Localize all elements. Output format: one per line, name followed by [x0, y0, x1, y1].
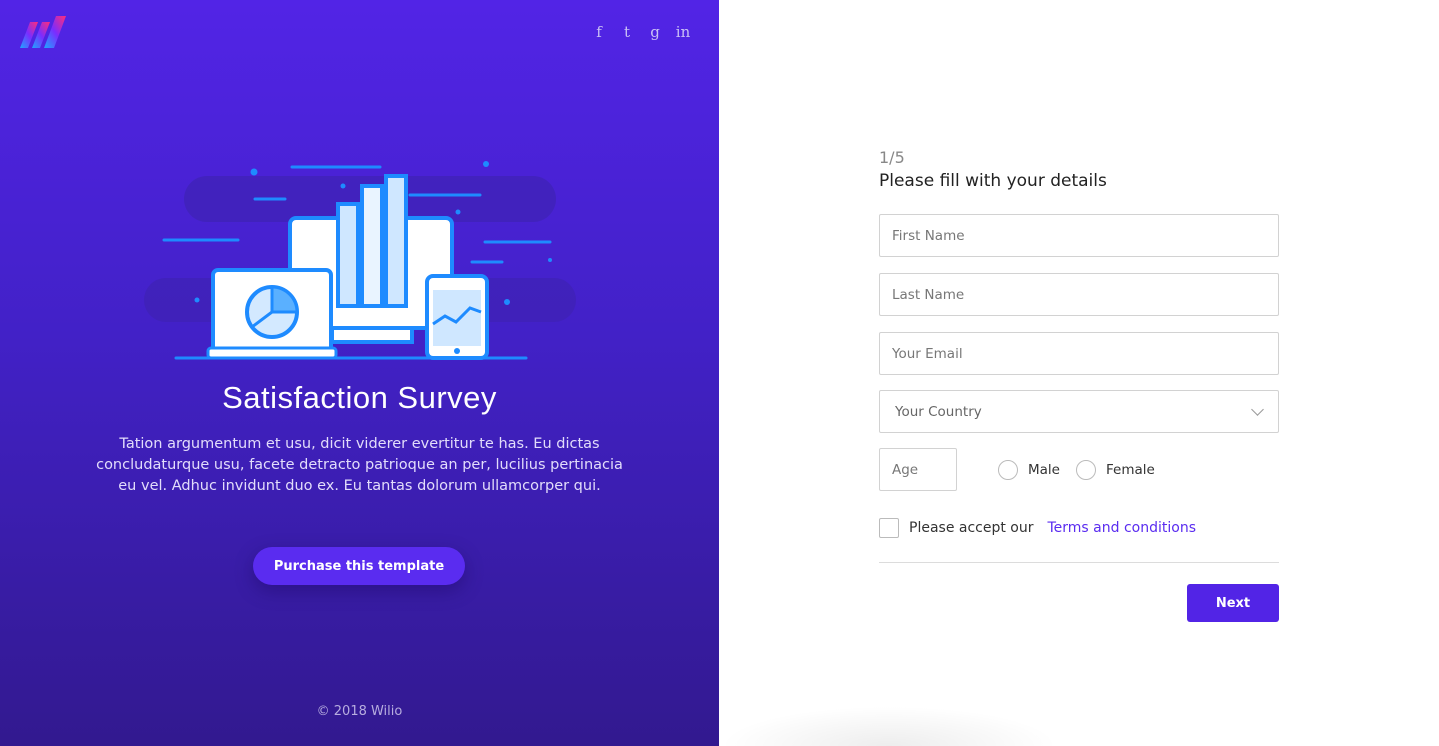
facebook-icon[interactable]: f: [591, 22, 607, 42]
form-divider: [879, 562, 1279, 563]
intro-description: Tation argumentum et usu, dicit viderer …: [96, 436, 623, 494]
decorative-shadow: [719, 706, 1059, 746]
radio-male[interactable]: [998, 460, 1018, 480]
age-field[interactable]: [879, 448, 957, 491]
linkedin-icon[interactable]: in: [675, 22, 691, 42]
radio-female[interactable]: [1076, 460, 1096, 480]
terms-label: Please accept our: [909, 520, 1034, 536]
twitter-icon[interactable]: t: [619, 22, 635, 42]
last-name-field[interactable]: [879, 273, 1279, 316]
purchase-template-button[interactable]: Purchase this template: [253, 547, 465, 585]
google-plus-icon[interactable]: g: [647, 22, 663, 42]
terms-link[interactable]: Terms and conditions: [1048, 520, 1197, 536]
gender-male-option[interactable]: Male: [998, 460, 1060, 480]
country-select[interactable]: Your Country: [879, 390, 1279, 433]
left-panel: f t g in Satisfaction Survey Tation argu…: [0, 0, 719, 746]
form-heading: Please fill with your details: [879, 171, 1107, 191]
terms-checkbox[interactable]: [879, 518, 899, 538]
first-name-field[interactable]: [879, 214, 1279, 257]
chevron-down-icon: [1251, 403, 1264, 416]
page-title: Satisfaction Survey: [222, 380, 497, 415]
radio-male-label: Male: [1028, 462, 1060, 478]
gender-female-option[interactable]: Female: [1076, 460, 1155, 480]
step-counter: 1/5: [879, 148, 905, 167]
survey-form-header: 1/5 Please fill with your details: [879, 148, 1279, 191]
social-links: f t g in: [591, 22, 691, 42]
copyright-text: © 2018 Wilio: [316, 704, 403, 719]
next-button[interactable]: Next: [1187, 584, 1279, 622]
wilio-logo-icon[interactable]: [18, 14, 68, 52]
country-select-label: Your Country: [895, 403, 982, 420]
radio-female-label: Female: [1106, 462, 1155, 478]
dashboard-illustration: [144, 161, 576, 360]
terms-row: Please accept our Terms and conditions: [879, 518, 1196, 538]
email-field[interactable]: [879, 332, 1279, 375]
